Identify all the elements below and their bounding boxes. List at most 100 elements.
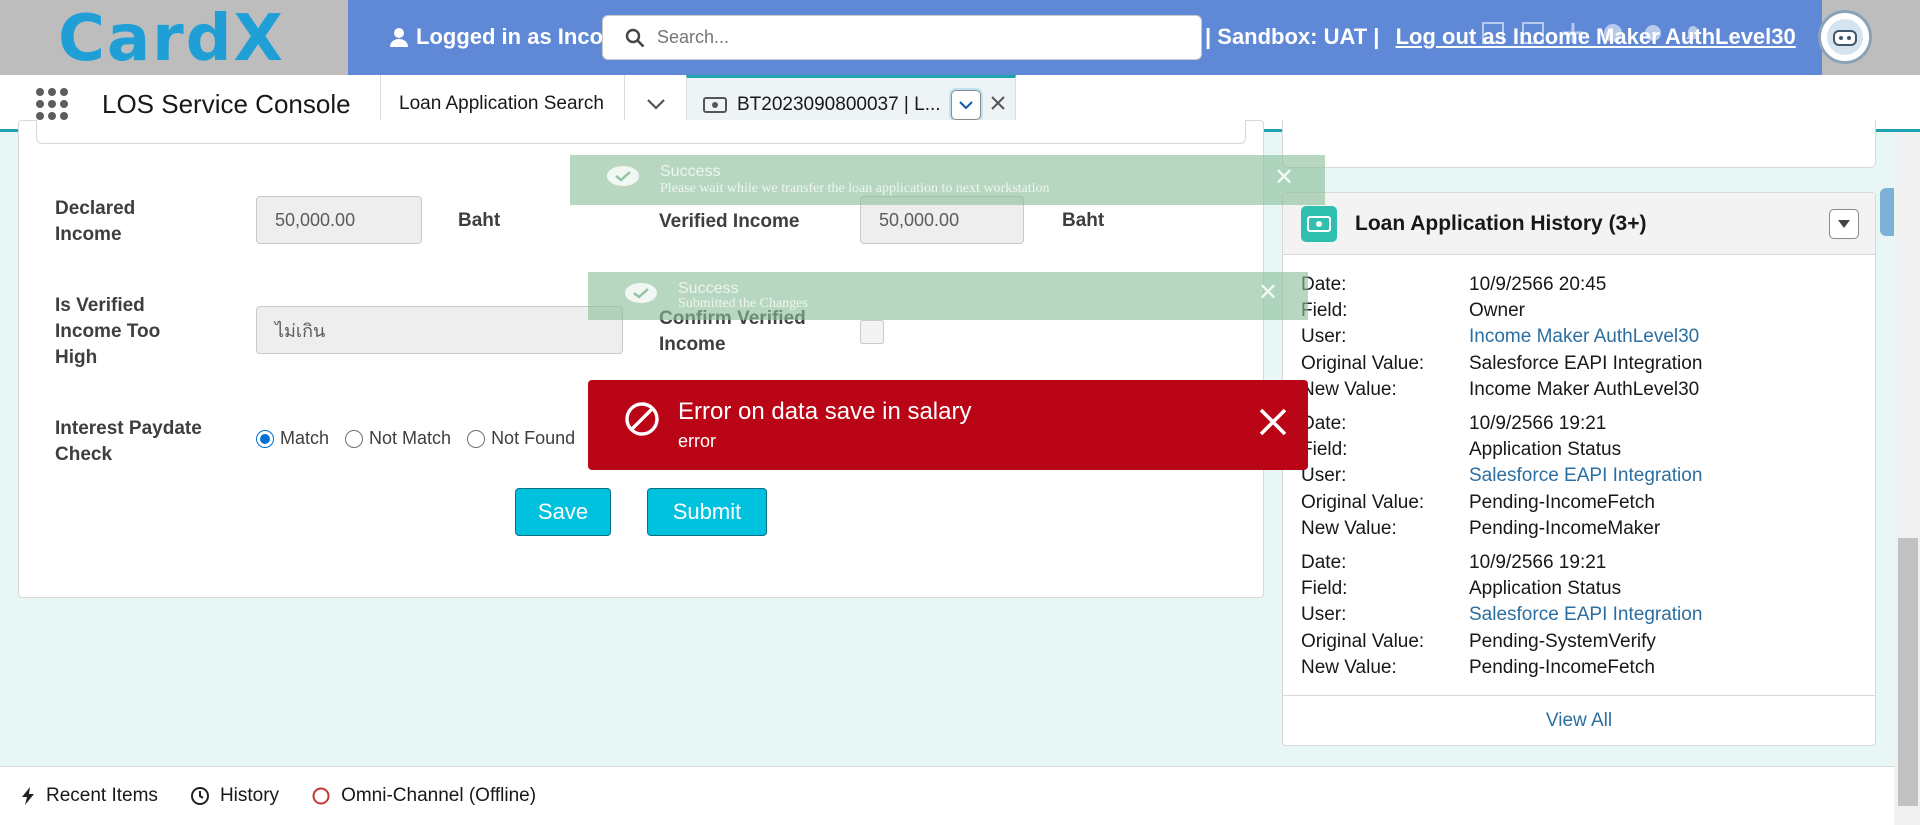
sandbox-label: | Sandbox: UAT | [1205, 24, 1380, 49]
user-link[interactable]: Salesforce EAPI Integration [1469, 604, 1702, 626]
history-row-date: Date: 10/9/2566 19:21 [1301, 552, 1607, 573]
success-check-icon [607, 166, 639, 186]
submit-button[interactable]: Submit [647, 488, 767, 536]
history-row-new: New Value: Pending-IncomeFetch [1301, 657, 1655, 678]
radio-not-match[interactable]: Not Match [345, 428, 451, 449]
scrollbar-thumb[interactable] [1898, 538, 1918, 806]
related-card-bottom [1282, 120, 1876, 168]
offline-status-icon [312, 787, 330, 805]
success-toast-transfer: Success Please wait while we transfer th… [570, 155, 1325, 205]
loan-application-history-card: Loan Application History (3+) Date: 10/9/… [1282, 192, 1876, 746]
radio-label: Match [280, 428, 330, 448]
radio-unselected-icon[interactable] [345, 429, 364, 448]
tab-actions-dropdown[interactable] [950, 90, 981, 120]
success-toast-submitted: Success Submitted the Changes ✕ [588, 272, 1308, 320]
tab-label: Loan Application Search [399, 92, 604, 114]
history-row-original: Original Value: Salesforce EAPI Integrati… [1301, 353, 1703, 374]
help-icon[interactable] [1600, 20, 1626, 46]
toast-title: Success [660, 163, 721, 180]
chevron-down-icon [646, 98, 665, 110]
history-button[interactable]: History [190, 785, 279, 807]
user-link[interactable]: Salesforce EAPI Integration [1469, 465, 1702, 487]
history-row-user: User: Income Maker AuthLevel30 [1301, 326, 1700, 348]
global-search[interactable] [602, 15, 1202, 60]
app-launcher-icon[interactable] [36, 88, 68, 120]
history-row-field: Field: Owner [1301, 300, 1525, 321]
add-icon[interactable] [1560, 20, 1586, 46]
interest-paydate-check-label: Interest Paydate Check [55, 418, 202, 465]
verified-income-unit: Baht [1062, 210, 1105, 231]
setup-gear-icon[interactable] [1640, 20, 1666, 46]
recent-items-label: Recent Items [46, 785, 158, 806]
search-icon [625, 28, 645, 47]
clock-icon [190, 787, 209, 805]
toast-message: Please wait while we transfer the loan a… [660, 181, 1050, 196]
notification-bell-icon[interactable] [1680, 20, 1706, 46]
history-row-user: User: Salesforce EAPI Integration [1301, 465, 1703, 487]
utility-panel-toggle[interactable] [1880, 188, 1894, 236]
error-prohibited-icon [625, 402, 659, 436]
search-input[interactable] [657, 27, 1157, 48]
confirm-verified-income-checkbox[interactable] [860, 320, 884, 344]
history-row-user: User: Salesforce EAPI Integration [1301, 604, 1703, 626]
declared-income-unit: Baht [458, 210, 501, 231]
user-link[interactable]: Income Maker AuthLevel30 [1469, 326, 1699, 348]
interest-paydate-radio-group: Match Not Match Not Found [256, 428, 575, 449]
user-icon [390, 28, 408, 47]
robot-avatar-icon [1827, 19, 1863, 55]
history-row-new: New Value: Income Maker AuthLevel30 [1301, 379, 1700, 400]
logged-in-text: Logged in as Inco [388, 24, 603, 50]
omni-channel-label: Omni-Channel (Offline) [341, 785, 537, 806]
save-button[interactable]: Save [515, 488, 611, 536]
recent-items-button[interactable]: Recent Items [20, 785, 158, 807]
history-row-original: Original Value: Pending-SystemVerify [1301, 631, 1656, 652]
triangle-down-icon [1838, 220, 1850, 228]
toast-message: Submitted the Changes [678, 296, 808, 311]
radio-label: Not Match [369, 428, 452, 448]
cardx-logo[interactable]: CardX [58, 2, 285, 76]
history-label: History [219, 785, 280, 806]
tab-label: BT2023090800037 | L... [737, 94, 941, 115]
verified-income-label: Verified Income [659, 211, 800, 232]
income-too-high-field: ไม่เกิน [256, 306, 623, 354]
success-check-icon [625, 283, 657, 303]
chevron-down-icon [958, 100, 973, 109]
header-utility-icons [1480, 20, 1706, 46]
favorites-icon[interactable] [1480, 20, 1506, 46]
logged-in-label: Logged in as Inco [416, 24, 604, 49]
close-toast-icon[interactable] [1258, 407, 1288, 437]
declared-income-label: Declared Income [55, 198, 136, 245]
radio-selected-icon[interactable] [256, 429, 274, 448]
close-toast-icon[interactable]: ✕ [1258, 278, 1278, 307]
history-card-header: Loan Application History (3+) [1283, 193, 1875, 255]
history-row-original: Original Value: Pending-IncomeFetch [1301, 492, 1655, 513]
lightning-icon [22, 787, 34, 805]
history-row-field: Field: Application Status [1301, 578, 1622, 599]
history-row-date: Date: 10/9/2566 19:21 [1301, 413, 1607, 434]
history-row-new: New Value: Pending-IncomeMaker [1301, 518, 1661, 539]
declared-income-field: 50,000.00 [256, 196, 422, 244]
favorites-list-icon[interactable] [1520, 20, 1546, 46]
radio-not-found[interactable]: Not Found [467, 428, 575, 449]
history-title[interactable]: Loan Application History (3+) [1355, 212, 1647, 236]
error-toast: Error on data save in salary error [588, 380, 1308, 470]
history-row-field: Field: Application Status [1301, 439, 1622, 460]
radio-unselected-icon[interactable] [467, 429, 486, 448]
view-all-link[interactable]: View All [1283, 695, 1875, 745]
money-icon [1301, 205, 1337, 242]
radio-match[interactable]: Match [256, 428, 329, 449]
error-message: error [678, 431, 717, 451]
utility-bar: Recent Items History Omni-Channel (Offli… [0, 766, 1894, 825]
money-icon [703, 97, 727, 113]
income-too-high-label: Is Verified Income Too High [55, 295, 161, 368]
error-title: Error on data save in salary [678, 398, 972, 425]
omni-channel-button[interactable]: Omni-Channel (Offline) [311, 785, 536, 807]
logo-area: CardX [0, 0, 348, 76]
app-name: LOS Service Console [102, 89, 351, 119]
close-toast-icon[interactable]: ✕ [1274, 163, 1294, 192]
inner-section-bottom [36, 120, 1246, 144]
history-row-date: Date: 10/9/2566 20:45 [1301, 274, 1607, 295]
history-actions-dropdown[interactable] [1829, 209, 1859, 239]
user-avatar[interactable] [1818, 10, 1872, 64]
close-tab-icon[interactable] [990, 94, 1005, 116]
